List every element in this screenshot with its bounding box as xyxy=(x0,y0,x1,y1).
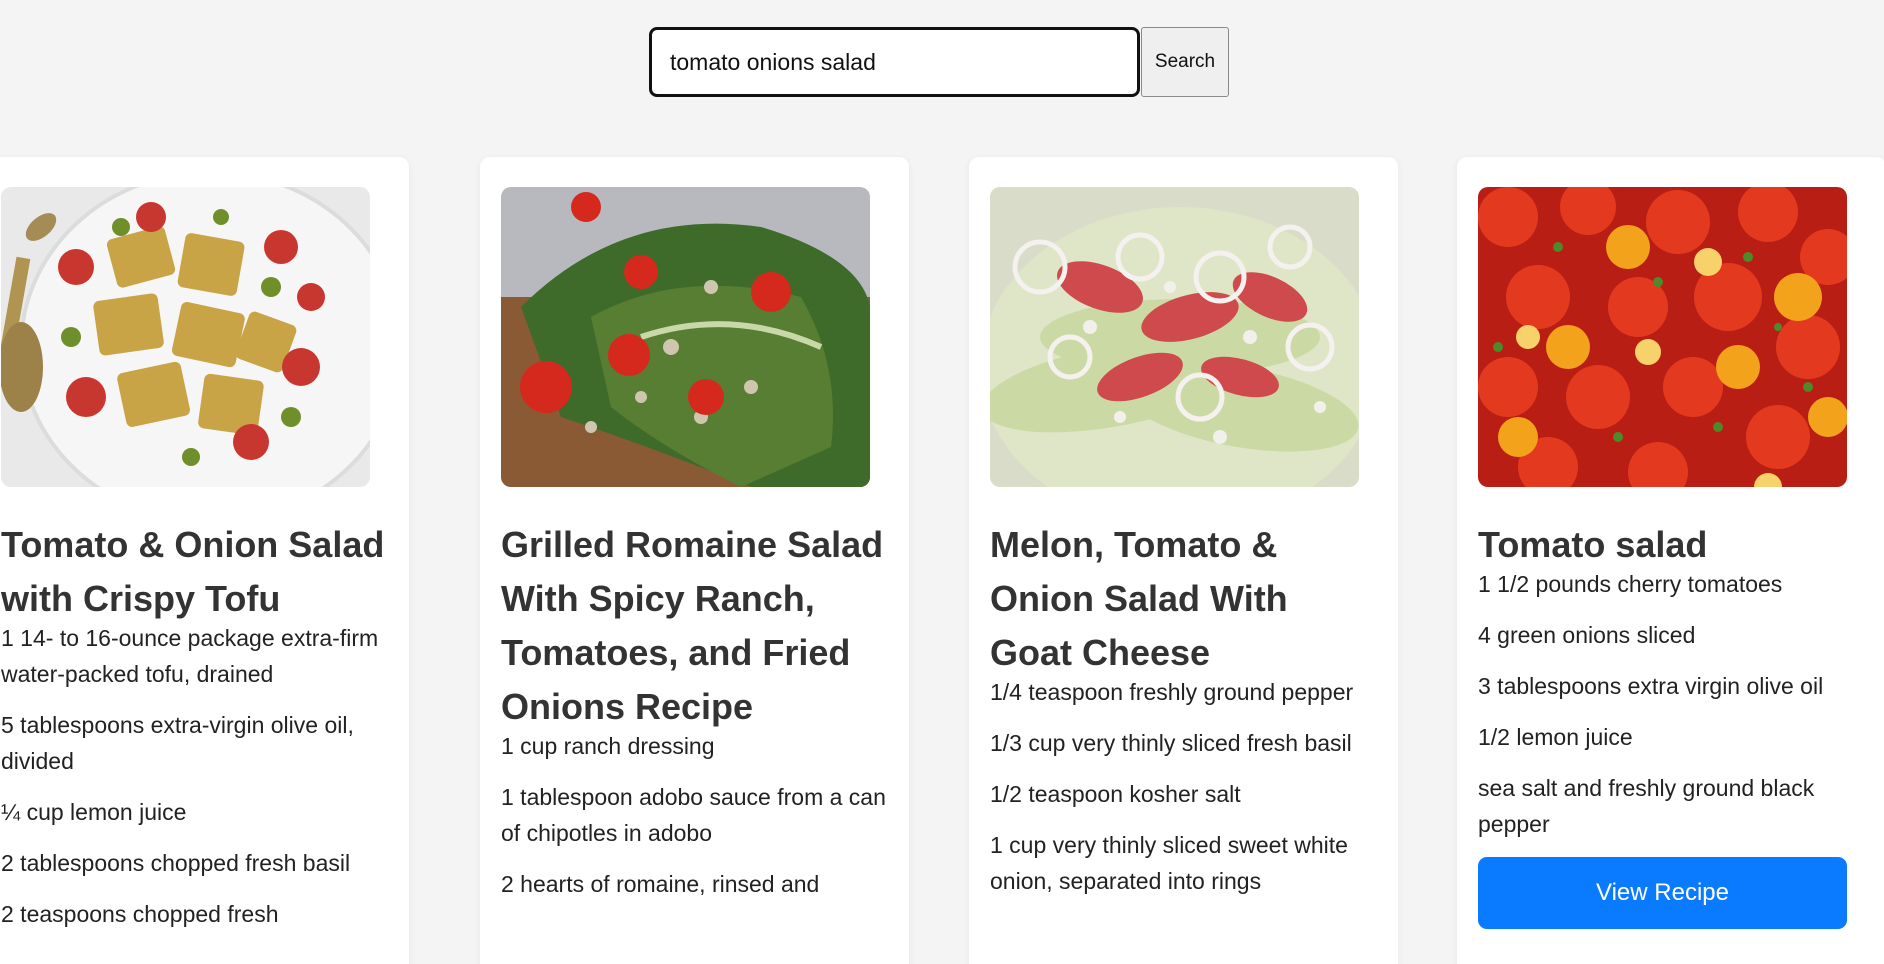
ingredient-item: ¼ cup lemon juice xyxy=(1,799,187,825)
ingredient-list: 1 cup ranch dressing 1 tablespoon adobo … xyxy=(501,728,888,902)
ingredient-item: 5 tablespoons extra-virgin olive oil, di… xyxy=(1,712,354,774)
recipe-image xyxy=(1,187,370,487)
view-recipe-button[interactable]: View Recipe xyxy=(1478,857,1847,929)
recipe-title: Tomato salad xyxy=(1478,524,1708,565)
ingredient-item: 1/3 cup very thinly sliced fresh basil xyxy=(990,730,1352,756)
recipe-card: Melon, Tomato & Onion Salad With Goat Ch… xyxy=(969,157,1398,964)
ingredient-item: 1 14- to 16-ounce package extra-firm wat… xyxy=(1,625,379,687)
recipe-image xyxy=(1478,187,1847,487)
ingredient-item: sea salt and freshly ground black pepper xyxy=(1478,775,1815,837)
ingredient-item: 1 1/2 pounds cherry tomatoes xyxy=(1478,571,1783,597)
recipe-image xyxy=(501,187,870,487)
ingredient-item: 3 tablespoons extra virgin olive oil xyxy=(1478,673,1824,699)
ingredient-item: 2 hearts of romaine, rinsed and xyxy=(501,871,820,897)
ingredient-list: 1 1/2 pounds cherry tomatoes 4 green oni… xyxy=(1478,566,1865,842)
recipe-card: Tomato salad 1 1/2 pounds cherry tomatoe… xyxy=(1457,157,1884,964)
ingredient-item: 1 cup ranch dressing xyxy=(501,733,715,759)
recipe-card: Grilled Romaine Salad With Spicy Ranch, … xyxy=(480,157,909,964)
recipe-card: Tomato & Onion Salad with Crispy Tofu 1 … xyxy=(0,157,409,964)
search-bar: Search xyxy=(649,27,1229,97)
ingredient-list: 1 14- to 16-ounce package extra-firm wat… xyxy=(1,620,388,932)
recipe-title: Tomato & Onion Salad with Crispy Tofu xyxy=(1,524,385,619)
ingredient-item: 1 cup very thinly sliced sweet white oni… xyxy=(990,832,1348,894)
ingredient-item: 1/4 teaspoon freshly ground pepper xyxy=(990,679,1354,705)
recipe-title: Melon, Tomato & Onion Salad With Goat Ch… xyxy=(990,524,1288,673)
ingredient-item: 1/2 lemon juice xyxy=(1478,724,1633,750)
ingredient-item: 4 green onions sliced xyxy=(1478,622,1696,648)
recipe-title: Grilled Romaine Salad With Spicy Ranch, … xyxy=(501,524,884,727)
ingredient-list: 1/4 teaspoon freshly ground pepper 1/3 c… xyxy=(990,674,1377,899)
search-input[interactable] xyxy=(649,27,1140,97)
recipe-image xyxy=(990,187,1359,487)
search-button[interactable]: Search xyxy=(1141,27,1229,97)
ingredient-item: 1 tablespoon adobo sauce from a can of c… xyxy=(501,784,886,846)
ingredient-item: 1/2 teaspoon kosher salt xyxy=(990,781,1241,807)
ingredient-item: 2 teaspoons chopped fresh xyxy=(1,901,279,927)
ingredient-item: 2 tablespoons chopped fresh basil xyxy=(1,850,351,876)
